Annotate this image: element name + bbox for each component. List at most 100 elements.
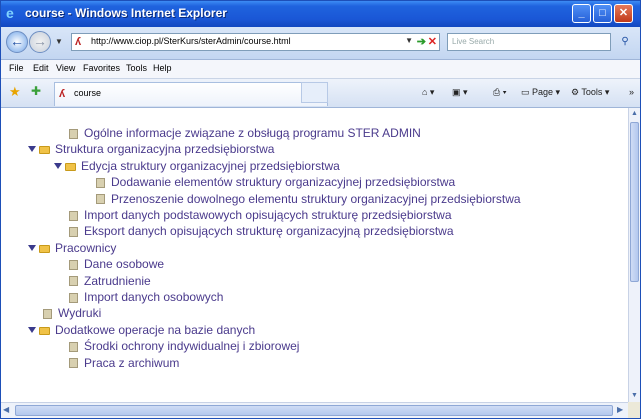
tree-item-label[interactable]: Zatrudnienie xyxy=(84,274,151,288)
tree-doc-item[interactable]: Przenoszenie dowolnego elementu struktur… xyxy=(96,192,521,207)
document-icon xyxy=(43,309,52,320)
folder-icon xyxy=(39,146,50,155)
tools-menu-label: Tools xyxy=(581,87,603,97)
recent-pages-dropdown-icon[interactable]: ▼ xyxy=(55,37,63,46)
toolbar-overflow-icon[interactable]: » xyxy=(629,87,634,97)
tree-doc-item[interactable]: Dane osobowe xyxy=(69,257,164,272)
expand-arrow-icon[interactable] xyxy=(28,244,36,251)
tree-item-label[interactable]: Praca z archiwum xyxy=(84,356,179,370)
search-placeholder: Live Search xyxy=(452,37,495,46)
document-icon xyxy=(69,128,78,139)
tree-folder-item[interactable]: Dodatkowe operacje na bazie danych xyxy=(28,323,255,338)
search-icon[interactable]: ⚲ xyxy=(614,33,636,51)
internet-explorer-icon: e xyxy=(6,5,14,21)
address-dropdown-icon[interactable]: ▼ xyxy=(405,36,413,45)
tree-doc-item[interactable]: Ogólne informacje związane z obsługą pro… xyxy=(69,126,421,141)
tree-item-label[interactable]: Struktura organizacyjna przedsiębiorstwa xyxy=(55,142,274,156)
expand-arrow-icon[interactable] xyxy=(28,146,36,153)
go-icon[interactable]: ➔ xyxy=(417,35,426,48)
tabs-bar: ★ ✚ ʎ course ⌂ ▾ ▣ ▾ ⎙ ▾ ▭ Page ▾ ⚙ Tool… xyxy=(1,79,640,108)
minimize-button[interactable]: _ xyxy=(572,4,591,23)
site-favicon-icon: ʎ xyxy=(75,36,82,48)
feeds-icon[interactable]: ▣ ▾ xyxy=(452,87,468,98)
window-title: course - Windows Internet Explorer xyxy=(25,6,227,20)
browser-window: e course - Windows Internet Explorer _ □… xyxy=(0,0,641,419)
tree-doc-item[interactable]: Praca z archiwum xyxy=(69,356,179,371)
tree-item-label[interactable]: Import danych podstawowych opisujących s… xyxy=(84,208,452,222)
tree-doc-item[interactable]: Eksport danych opisujących strukturę org… xyxy=(69,224,454,239)
folder-icon xyxy=(65,162,76,171)
tree-folder-item[interactable]: Pracownicy xyxy=(28,241,116,256)
tree-doc-item[interactable]: Środki ochrony indywidualnej i zbiorowej xyxy=(69,339,299,354)
print-icon[interactable]: ⎙ ▾ xyxy=(493,87,506,98)
tab-course[interactable]: ʎ course xyxy=(54,82,328,106)
maximize-button[interactable]: □ xyxy=(593,4,612,23)
menu-bar: File Edit View Favorites Tools Help xyxy=(1,60,640,79)
tree-doc-item[interactable]: Zatrudnienie xyxy=(69,274,151,289)
tree-item-label[interactable]: Pracownicy xyxy=(55,241,116,255)
tree-item-label[interactable]: Środki ochrony indywidualnej i zbiorowej xyxy=(84,339,299,353)
document-icon xyxy=(69,342,78,353)
navigation-bar: ← → ▼ ʎ http://www.ciop.pl/SterKurs/ster… xyxy=(1,27,640,60)
tab-favicon-icon: ʎ xyxy=(59,88,66,100)
favorites-star-icon[interactable]: ★ xyxy=(9,84,21,100)
document-icon xyxy=(69,292,78,303)
tree-item-label[interactable]: Przenoszenie dowolnego elementu struktur… xyxy=(111,192,521,206)
tree-doc-item[interactable]: Import danych podstawowych opisujących s… xyxy=(69,208,452,223)
address-url[interactable]: http://www.ciop.pl/SterKurs/sterAdmin/co… xyxy=(91,36,291,46)
page-menu-button[interactable]: ▭ Page ▾ xyxy=(521,87,560,98)
tree-folder-item[interactable]: Struktura organizacyjna przedsiębiorstwa xyxy=(28,142,274,157)
tree-item-label[interactable]: Eksport danych opisujących strukturę org… xyxy=(84,224,454,238)
address-bar[interactable]: ʎ http://www.ciop.pl/SterKurs/sterAdmin/… xyxy=(71,33,440,51)
menu-view[interactable]: View xyxy=(56,63,75,73)
close-button[interactable]: ✕ xyxy=(614,4,633,23)
menu-favorites[interactable]: Favorites xyxy=(83,63,120,73)
expand-arrow-icon[interactable] xyxy=(28,326,36,333)
horizontal-scrollbar[interactable]: ◀ ▶ xyxy=(1,402,628,418)
tree-item-label[interactable]: Dodawanie elementów struktury organizacy… xyxy=(111,175,455,189)
tree-item-label[interactable]: Edycja struktury organizacyjnej przedsię… xyxy=(81,159,340,173)
document-icon xyxy=(69,276,78,287)
folder-icon xyxy=(39,326,50,335)
tree-doc-item[interactable]: Dodawanie elementów struktury organizacy… xyxy=(96,175,455,190)
tree-item-label[interactable]: Dodatkowe operacje na bazie danych xyxy=(55,323,255,337)
menu-help[interactable]: Help xyxy=(153,63,172,73)
title-bar[interactable]: e course - Windows Internet Explorer _ □… xyxy=(1,1,640,27)
scroll-up-icon[interactable]: ▲ xyxy=(629,108,640,120)
menu-edit[interactable]: Edit xyxy=(33,63,49,73)
scroll-down-icon[interactable]: ▼ xyxy=(629,390,640,402)
page-content: Ogólne informacje związane z obsługą pro… xyxy=(1,108,628,402)
document-icon xyxy=(69,227,78,238)
document-icon xyxy=(69,260,78,271)
menu-tools[interactable]: Tools xyxy=(126,63,147,73)
search-input[interactable]: Live Search xyxy=(447,33,611,51)
scroll-left-icon[interactable]: ◀ xyxy=(3,405,9,414)
folder-icon xyxy=(39,244,50,253)
document-icon xyxy=(69,210,78,221)
tools-menu-button[interactable]: ⚙ Tools ▾ xyxy=(571,87,609,98)
tree-doc-item[interactable]: Import danych osobowych xyxy=(69,290,223,305)
scroll-corner xyxy=(628,402,640,418)
horizontal-scroll-thumb[interactable] xyxy=(15,405,613,416)
tree-item-label[interactable]: Dane osobowe xyxy=(84,257,164,271)
tab-label: course xyxy=(74,88,102,98)
back-button[interactable]: ← xyxy=(6,31,28,53)
document-icon xyxy=(96,178,105,189)
vertical-scrollbar[interactable]: ▲ ▼ xyxy=(628,108,640,402)
tree-item-label[interactable]: Wydruki xyxy=(58,306,101,320)
tree-folder-item[interactable]: Edycja struktury organizacyjnej przedsię… xyxy=(54,159,340,174)
vertical-scroll-thumb[interactable] xyxy=(630,122,639,282)
page-menu-label: Page xyxy=(532,87,554,97)
add-favorites-icon[interactable]: ✚ xyxy=(31,84,41,98)
home-icon[interactable]: ⌂ ▾ xyxy=(422,87,434,98)
document-icon xyxy=(69,358,78,369)
new-tab-button[interactable] xyxy=(301,82,328,103)
scroll-right-icon[interactable]: ▶ xyxy=(617,405,623,414)
tree-item-label[interactable]: Ogólne informacje związane z obsługą pro… xyxy=(84,126,421,140)
forward-button[interactable]: → xyxy=(29,31,51,53)
tree-item-label[interactable]: Import danych osobowych xyxy=(84,290,223,304)
menu-file[interactable]: File xyxy=(9,63,24,73)
stop-icon[interactable]: ✕ xyxy=(428,35,437,48)
expand-arrow-icon[interactable] xyxy=(54,162,62,169)
tree-doc-item[interactable]: Wydruki xyxy=(43,306,101,321)
